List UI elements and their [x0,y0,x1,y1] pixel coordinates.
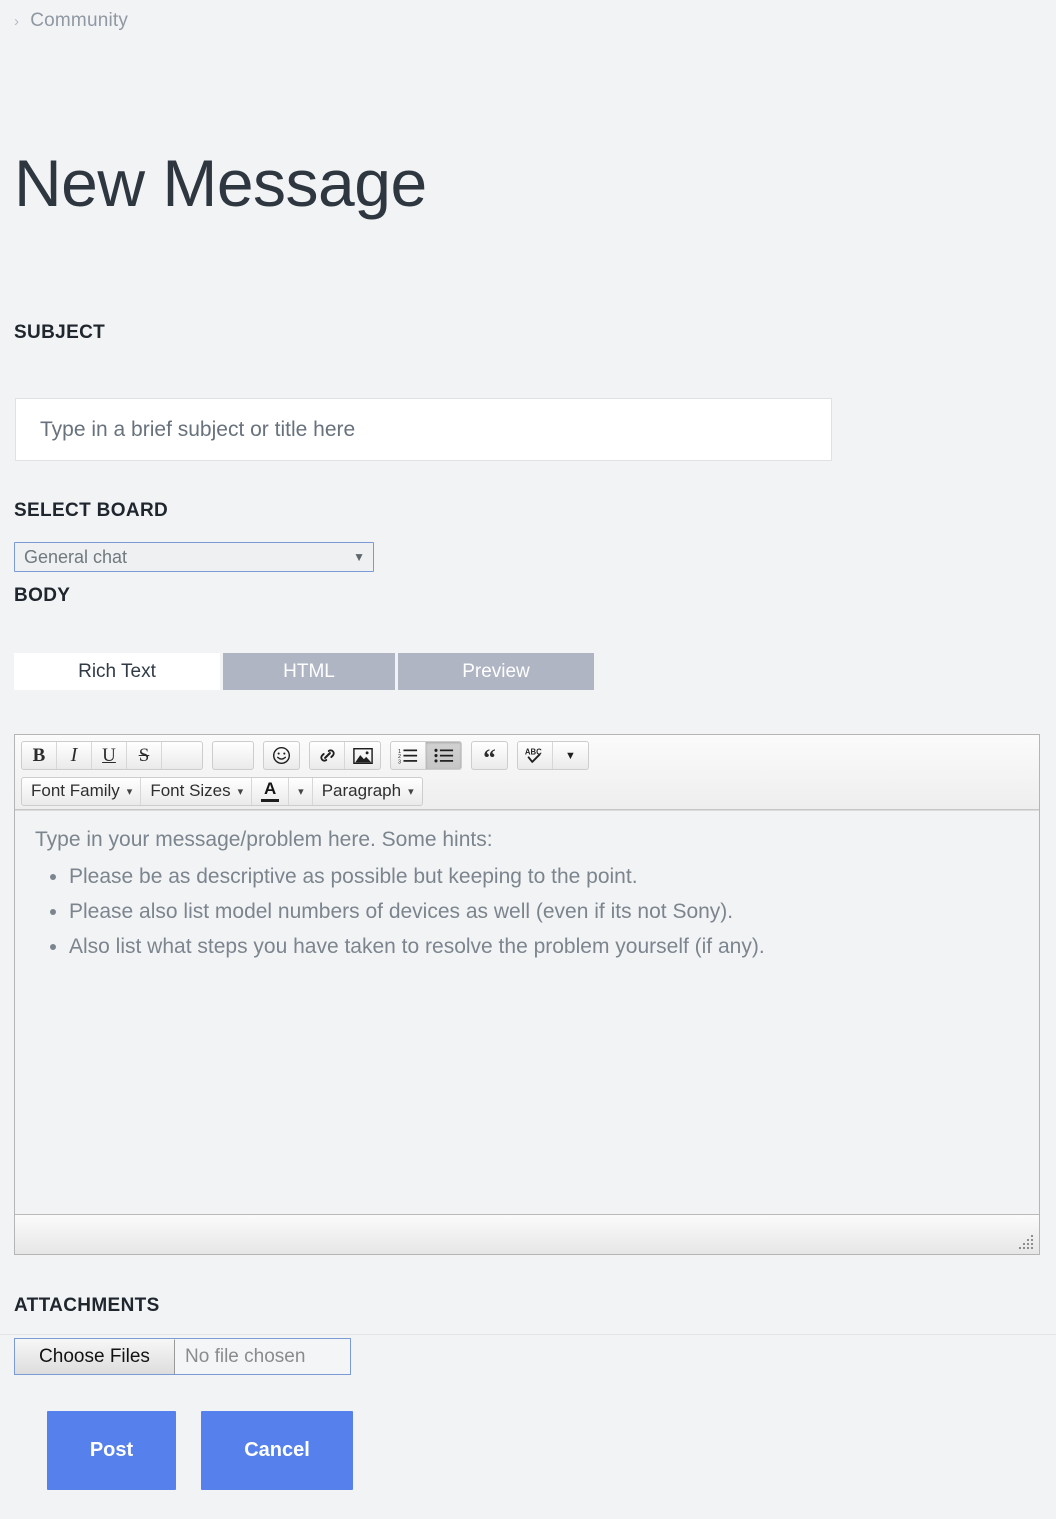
list-item: Please also list model numbers of device… [69,900,1019,924]
chevron-down-icon: ▾ [237,785,244,798]
paragraph-format-group: Font Family ▾ Font Sizes ▾ A ▾ Paragraph… [21,776,423,806]
editor-toolbar-row-2: Font Family ▾ Font Sizes ▾ A ▾ Paragraph… [18,773,1039,809]
numbered-list-glyph: 1 2 3 [398,749,418,764]
font-sizes-label: Font Sizes [150,781,231,800]
chevron-down-icon: ▾ [126,785,133,798]
attachments-label: ATTACHMENTS [14,1295,160,1316]
editor-placeholder-intro: Type in your message/problem here. Some … [35,828,493,851]
resize-handle[interactable] [1019,1235,1035,1251]
select-board-wrapper: General chat ▼ [14,542,374,572]
new-message-page: › Community New Message SUBJECT SELECT B… [0,0,1056,1519]
page-title: New Message [14,146,427,221]
font-family-dropdown[interactable]: Font Family ▾ [22,777,142,805]
text-color-label: A [264,779,277,798]
paragraph-label: Paragraph [321,781,402,800]
editor-toolbar: B I U S 1 2 3 “ ABC ▼ Font Family ▾ Font… [15,735,1039,810]
rich-text-editor: B I U S 1 2 3 “ ABC ▼ Font Family ▾ Font… [14,734,1040,1255]
editor-status-bar [15,1214,1039,1254]
svg-text:3: 3 [398,760,401,764]
spellcheck-glyph: ABC [525,748,542,763]
image-glyph [352,747,373,764]
chevron-down-icon: ▾ [298,785,304,798]
list-group: 1 2 3 [390,741,462,770]
spacer-group [212,741,254,770]
media-group [309,741,381,770]
chevron-right-icon: › [14,12,20,30]
attachments-divider [0,1334,1056,1335]
emoji-icon[interactable] [264,742,299,769]
body-label: BODY [14,585,71,606]
bullet-list-icon[interactable] [426,742,461,769]
tab-preview[interactable]: Preview [398,653,594,690]
file-upload-input[interactable]: Choose Files No file chosen [14,1338,351,1375]
strikethrough-icon[interactable]: S [127,742,162,769]
quote-group: “ [471,741,508,770]
spellcheck-group: ABC ▼ [517,741,589,770]
font-family-label: Font Family [31,781,120,800]
editor-content-area[interactable]: Type in your message/problem here. Some … [15,810,1039,1214]
blank-tool-button[interactable] [213,742,253,769]
format-extra-button[interactable] [162,742,202,769]
list-item: Please be as descriptive as possible but… [69,865,1019,889]
link-icon[interactable] [310,742,345,769]
chevron-down-icon: ▾ [408,785,414,798]
editor-tabs: Rich Text HTML Preview [14,653,594,690]
spellcheck-dropdown-icon[interactable]: ▼ [553,742,588,769]
text-color-swatch [261,799,280,802]
blockquote-icon[interactable]: “ [472,742,507,770]
select-board-label: SELECT BOARD [14,500,169,521]
form-actions: Post Cancel [47,1411,353,1490]
italic-icon[interactable]: I [57,742,92,769]
font-sizes-dropdown[interactable]: Font Sizes ▾ [141,777,253,805]
bullet-list-glyph [433,748,453,763]
editor-toolbar-row-1: B I U S 1 2 3 “ ABC ▼ [18,738,1039,773]
emoji-glyph [272,746,291,765]
breadcrumb: › Community [14,10,128,32]
subject-input[interactable] [15,398,832,461]
underline-icon[interactable]: U [92,742,127,769]
subject-label: SUBJECT [14,322,106,343]
editor-placeholder-hints: Please be as descriptive as possible but… [35,865,1019,959]
spellcheck-icon[interactable]: ABC [518,742,553,769]
list-item: Also list what steps you have taken to r… [69,935,1019,959]
bold-icon[interactable]: B [22,742,57,769]
tab-rich-text[interactable]: Rich Text [14,653,220,690]
post-button[interactable]: Post [47,1411,176,1490]
paragraph-dropdown[interactable]: Paragraph ▾ [313,778,422,805]
insert-group [263,741,300,770]
select-board-dropdown[interactable]: General chat [14,542,374,572]
link-glyph [319,749,335,762]
choose-files-button[interactable]: Choose Files [15,1339,175,1374]
tab-html[interactable]: HTML [223,653,395,690]
numbered-list-icon[interactable]: 1 2 3 [391,742,426,769]
text-color-picker[interactable]: A [252,777,290,805]
text-format-group: B I U S [21,741,203,770]
image-icon[interactable] [345,742,380,769]
file-status-text: No file chosen [185,1345,306,1367]
breadcrumb-item-community[interactable]: Community [30,10,128,32]
text-color-dropdown-icon[interactable]: ▾ [289,777,313,805]
cancel-button[interactable]: Cancel [201,1411,353,1490]
